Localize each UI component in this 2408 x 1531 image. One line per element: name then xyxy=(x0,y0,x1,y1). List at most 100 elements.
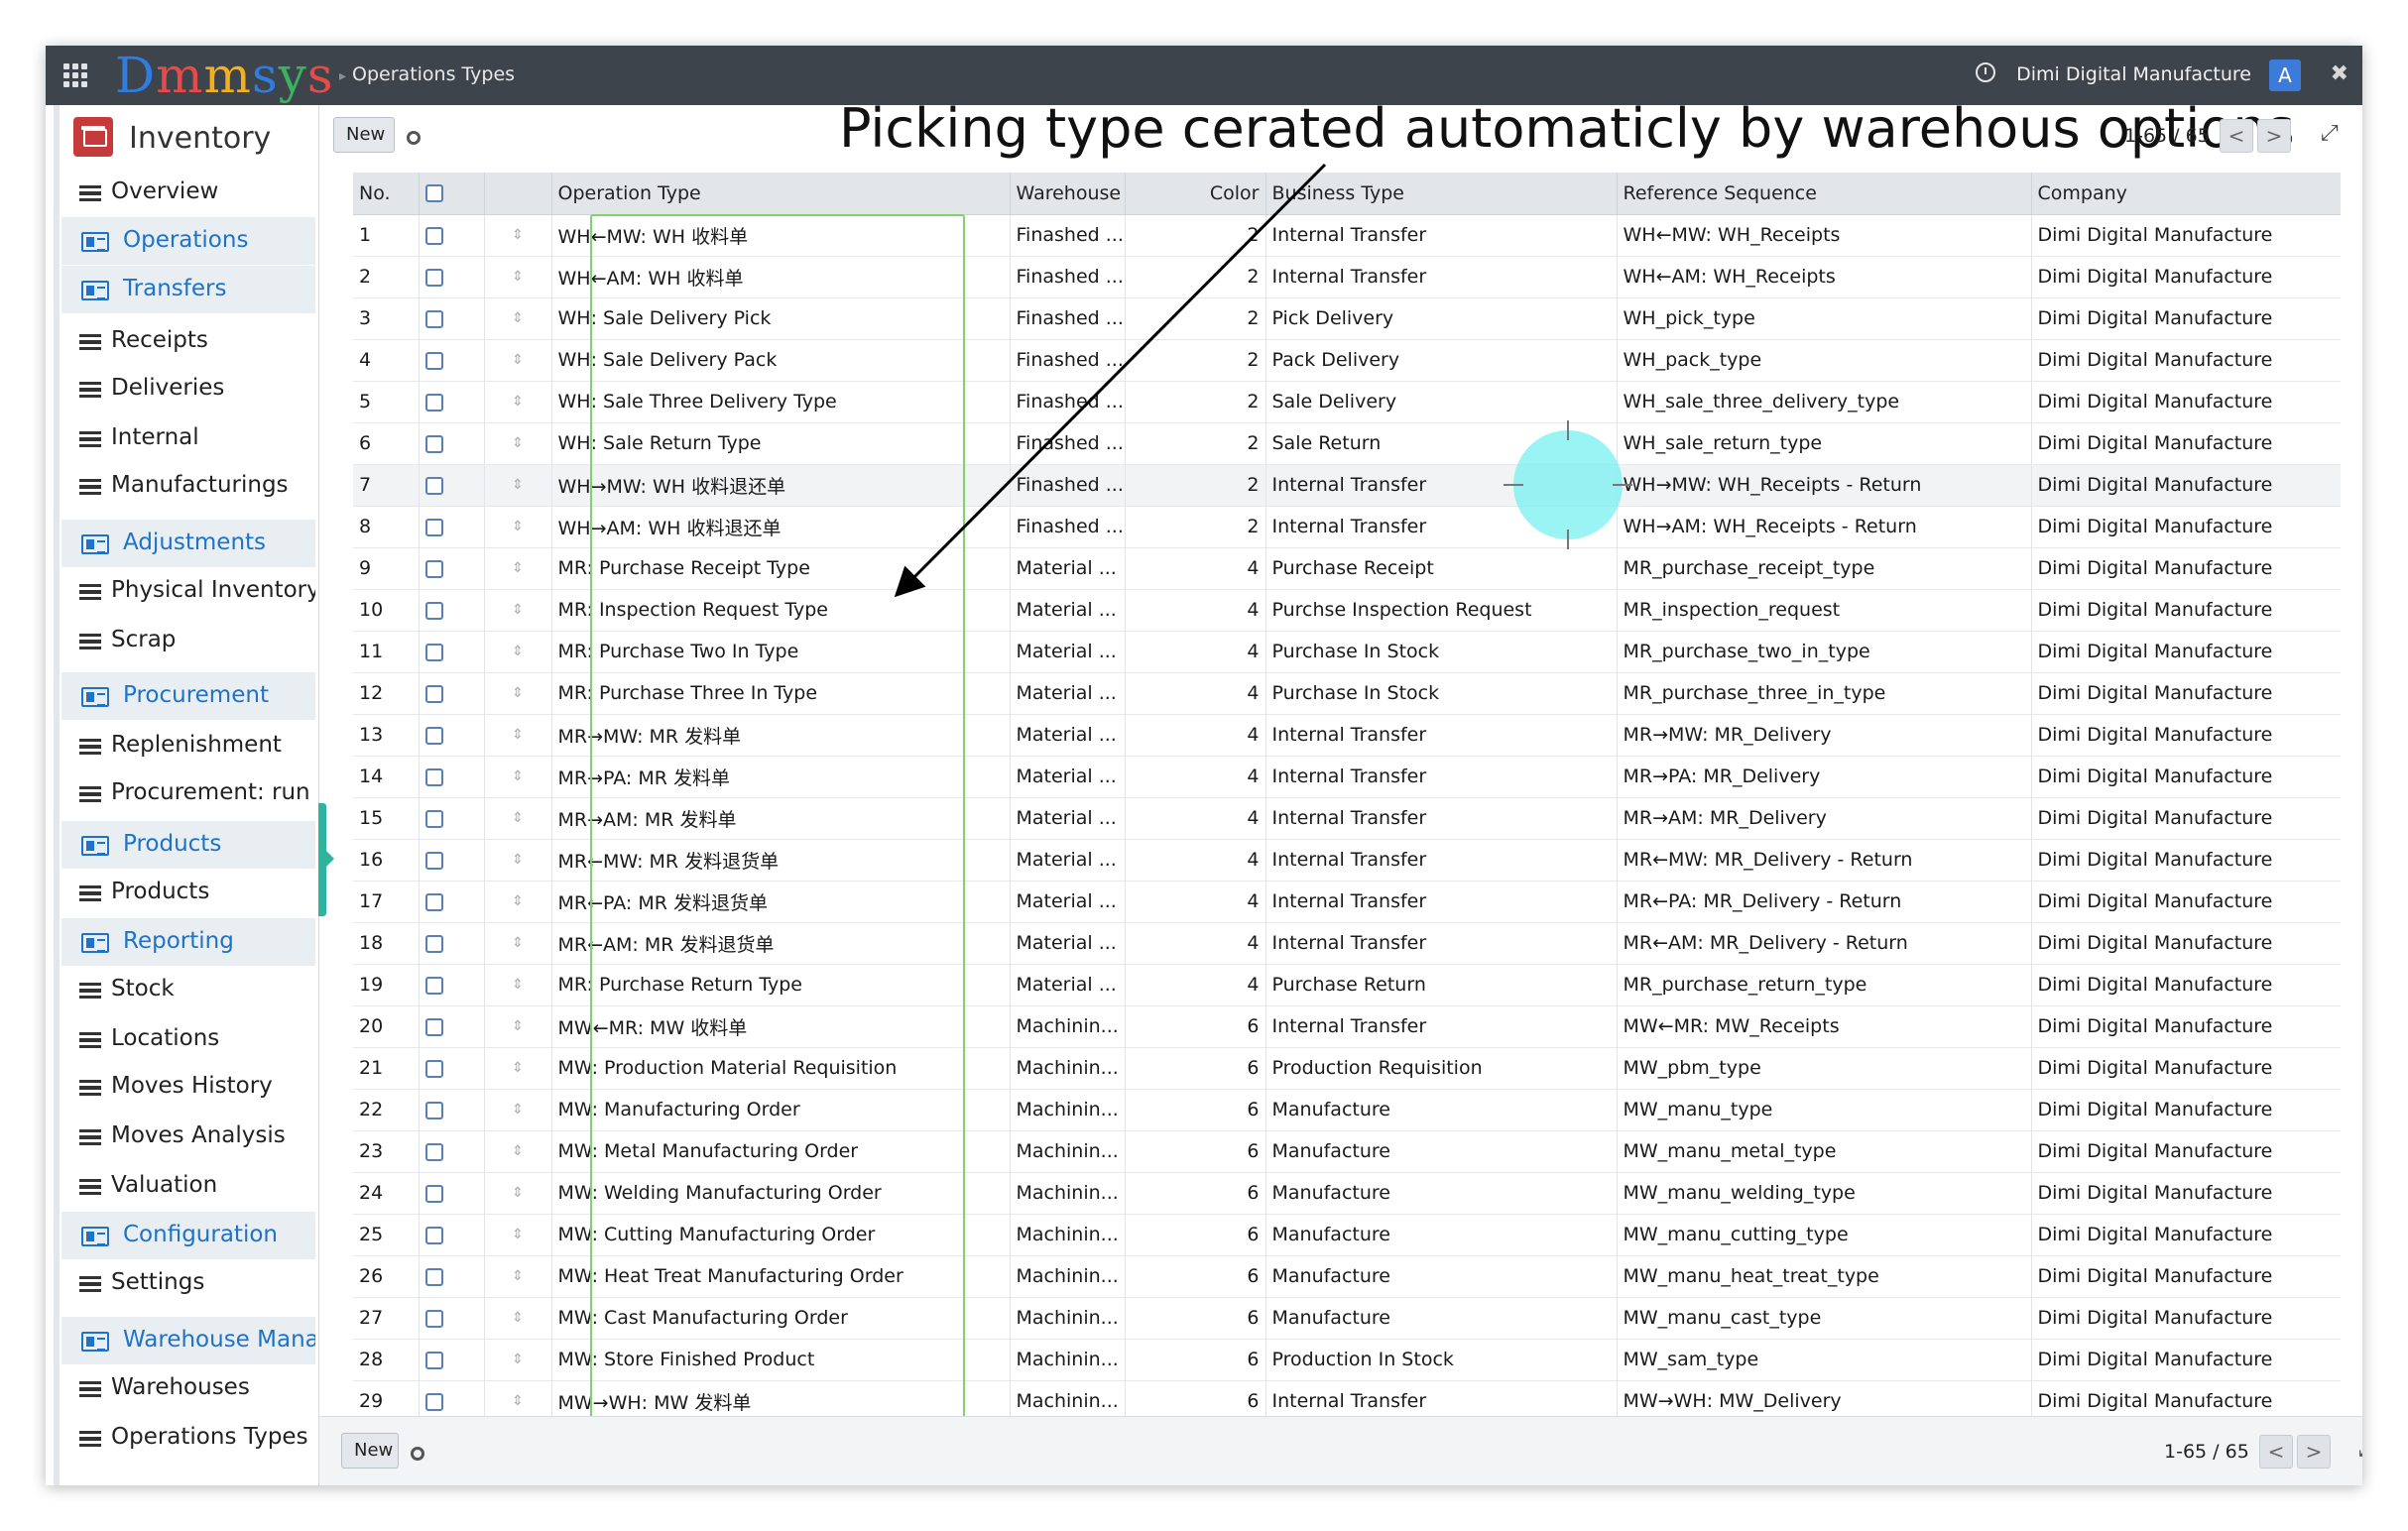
drag-handle-icon[interactable]: ⇕ xyxy=(512,1227,524,1242)
cell-select[interactable] xyxy=(419,506,485,548)
table-row[interactable]: 2 ⇕ WH←AM: WH 收料单 Finashed ... 2 Internal Tra… xyxy=(353,256,2341,298)
cell-select[interactable] xyxy=(419,672,485,715)
sidebar-app-header[interactable]: Inventory xyxy=(73,115,311,161)
sidebar-item[interactable]: Operations Types xyxy=(61,1414,315,1462)
drag-handle-icon[interactable]: ⇕ xyxy=(512,602,524,618)
cell-select[interactable] xyxy=(419,1380,485,1418)
sidebar-item[interactable]: Procurement: run xyxy=(61,769,315,817)
sidebar-item[interactable]: Scrap xyxy=(61,617,315,664)
cell-handle[interactable]: ⇕ xyxy=(484,1047,552,1090)
drag-handle-icon[interactable]: ⇕ xyxy=(512,1393,524,1409)
drag-handle-icon[interactable]: ⇕ xyxy=(512,1185,524,1201)
sidebar-item[interactable]: Moves Analysis xyxy=(61,1113,315,1160)
drag-handle-icon[interactable]: ⇕ xyxy=(512,394,524,410)
sidebar-item[interactable]: Locations xyxy=(61,1015,315,1063)
sidebar-item[interactable]: Products xyxy=(61,869,315,916)
footer-pager-prev-button[interactable]: < xyxy=(2259,1435,2293,1469)
sidebar-item[interactable]: Overview xyxy=(61,169,315,216)
table-row[interactable]: 29 ⇕ MW→WH: MW 发料单 Machinin... 6 Internal Tra… xyxy=(353,1380,2341,1418)
row-checkbox[interactable] xyxy=(424,226,443,245)
pager-value[interactable]: 1-65 / 65 xyxy=(2124,125,2210,147)
drag-handle-icon[interactable]: ⇕ xyxy=(512,435,524,451)
row-checkbox[interactable] xyxy=(424,1059,443,1078)
cell-handle[interactable]: ⇕ xyxy=(484,1380,552,1418)
table-row[interactable]: 3 ⇕ WH: Sale Delivery Pick Finashed ... 2 Pic… xyxy=(353,297,2341,340)
col-header-warehouse[interactable]: Warehouse xyxy=(1010,173,1126,215)
drag-handle-icon[interactable]: ⇕ xyxy=(512,269,524,285)
row-checkbox[interactable] xyxy=(424,1309,443,1328)
cell-select[interactable] xyxy=(419,797,485,840)
cell-select[interactable] xyxy=(419,714,485,757)
sidebar-item[interactable]: Stock xyxy=(61,966,315,1013)
cell-handle[interactable]: ⇕ xyxy=(484,1130,552,1173)
cell-handle[interactable]: ⇕ xyxy=(484,922,552,965)
row-checkbox[interactable] xyxy=(424,476,443,495)
sidebar-item[interactable]: Products xyxy=(61,821,315,869)
cell-handle[interactable]: ⇕ xyxy=(484,797,552,840)
sidebar-item[interactable]: Physical Inventory xyxy=(61,567,315,615)
row-checkbox[interactable] xyxy=(424,309,443,328)
footer-pager-next-button[interactable]: > xyxy=(2297,1435,2331,1469)
row-checkbox[interactable] xyxy=(424,643,443,661)
sidebar-item[interactable]: Warehouse Manag xyxy=(61,1317,315,1364)
select-all-checkbox[interactable] xyxy=(424,184,443,203)
table-row[interactable]: 6 ⇕ WH: Sale Return Type Finashed ... 2 Sale … xyxy=(353,422,2341,465)
table-row[interactable]: 13 ⇕ MR→MW: MR 发料单 Material ... 4 Internal Tr… xyxy=(353,714,2341,757)
cell-select[interactable] xyxy=(419,631,485,673)
row-checkbox[interactable] xyxy=(424,726,443,745)
row-checkbox[interactable] xyxy=(424,393,443,412)
row-checkbox[interactable] xyxy=(424,851,443,870)
sidebar-item[interactable]: Configuration xyxy=(61,1212,315,1259)
cell-select[interactable] xyxy=(419,922,485,965)
drag-handle-icon[interactable]: ⇕ xyxy=(512,477,524,493)
row-checkbox[interactable] xyxy=(424,767,443,786)
expand-icon[interactable]: ⤢ xyxy=(2321,121,2339,146)
col-header-business-type[interactable]: Business Type xyxy=(1265,173,1618,215)
cell-select[interactable] xyxy=(419,881,485,923)
table-row[interactable]: 26 ⇕ MW: Heat Treat Manufacturing Order Mac… xyxy=(353,1255,2341,1298)
table-row[interactable]: 15 ⇕ MR→AM: MR 发料单 Material ... 4 Internal Tr… xyxy=(353,797,2341,840)
cell-select[interactable] xyxy=(419,214,485,257)
user-avatar[interactable]: A xyxy=(2269,59,2301,91)
row-checkbox[interactable] xyxy=(424,1226,443,1244)
row-checkbox[interactable] xyxy=(424,268,443,287)
cell-select[interactable] xyxy=(419,1089,485,1131)
row-checkbox[interactable] xyxy=(424,934,443,953)
cell-handle[interactable]: ⇕ xyxy=(484,881,552,923)
footer-expand-icon[interactable]: ⤢ xyxy=(2358,1437,2362,1462)
row-checkbox[interactable] xyxy=(424,351,443,370)
cell-select[interactable] xyxy=(419,422,485,465)
cell-handle[interactable]: ⇕ xyxy=(484,422,552,465)
drag-handle-icon[interactable]: ⇕ xyxy=(512,644,524,659)
table-row[interactable]: 8 ⇕ WH→AM: WH 收料退还单 Finashed ... 2 Internal T… xyxy=(353,506,2341,548)
drag-handle-icon[interactable]: ⇕ xyxy=(512,727,524,743)
sidebar-item[interactable]: Deliveries xyxy=(61,365,315,412)
sidebar-item[interactable]: Valuation xyxy=(61,1162,315,1210)
table-row[interactable]: 17 ⇕ MR←PA: MR 发料退货单 Material ... 4 Internal … xyxy=(353,881,2341,923)
row-checkbox[interactable] xyxy=(424,809,443,828)
row-checkbox[interactable] xyxy=(424,1017,443,1036)
cell-select[interactable] xyxy=(419,1339,485,1381)
table-row[interactable]: 25 ⇕ MW: Cutting Manufacturing Order Machin… xyxy=(353,1214,2341,1256)
table-row[interactable]: 22 ⇕ MW: Manufacturing Order Machinin... 6 Ma… xyxy=(353,1089,2341,1131)
pager-prev-button[interactable]: < xyxy=(2220,119,2253,153)
sidebar-item[interactable]: Moves History xyxy=(61,1063,315,1111)
row-checkbox[interactable] xyxy=(424,684,443,703)
sidebar-item[interactable]: Replenishment xyxy=(61,722,315,769)
drag-handle-icon[interactable]: ⇕ xyxy=(512,893,524,909)
sidebar-item[interactable]: Transfers xyxy=(61,266,315,313)
drag-handle-icon[interactable]: ⇕ xyxy=(512,810,524,826)
drag-handle-icon[interactable]: ⇕ xyxy=(512,352,524,368)
table-row[interactable]: 27 ⇕ MW: Cast Manufacturing Order Machinin.… xyxy=(353,1297,2341,1340)
table-row[interactable]: 14 ⇕ MR→PA: MR 发料单 Material ... 4 Internal Tr… xyxy=(353,756,2341,798)
cell-handle[interactable]: ⇕ xyxy=(484,1297,552,1340)
drag-handle-icon[interactable]: ⇕ xyxy=(512,227,524,243)
cell-handle[interactable]: ⇕ xyxy=(484,1255,552,1298)
cell-handle[interactable]: ⇕ xyxy=(484,1089,552,1131)
row-checkbox[interactable] xyxy=(424,434,443,453)
cell-handle[interactable]: ⇕ xyxy=(484,547,552,590)
drag-handle-icon[interactable]: ⇕ xyxy=(512,519,524,534)
cell-select[interactable] xyxy=(419,589,485,632)
table-row[interactable]: 10 ⇕ MR: Inspection Request Type Material .… xyxy=(353,589,2341,632)
col-header-company[interactable]: Company xyxy=(2031,173,2341,215)
